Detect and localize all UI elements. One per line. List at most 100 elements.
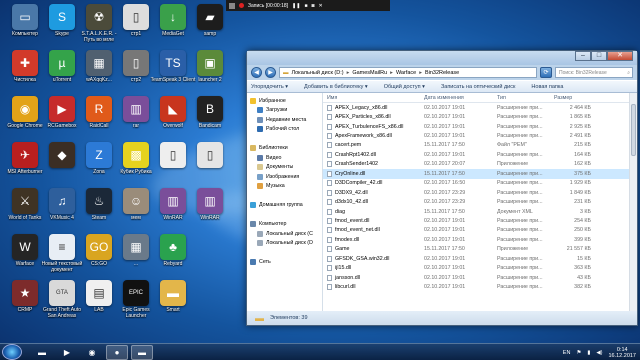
homegroup-icon: [250, 202, 256, 209]
desktop-shortcut[interactable]: ♣ Rebyard: [150, 231, 196, 277]
window-mode-icon[interactable]: [229, 2, 235, 9]
breadcrumb-item[interactable]: Bin32Release: [425, 70, 459, 76]
nav-item[interactable]: Музыка: [247, 182, 322, 192]
nav-item[interactable]: Локальный диск (C: [247, 229, 322, 239]
file-row[interactable]: diag 15.11.2017 17:50 Документ XML 3 КБ: [323, 207, 637, 216]
column-name[interactable]: Имя: [323, 95, 424, 101]
burn-disc-button[interactable]: Записать на оптический диск: [441, 84, 515, 90]
share-button[interactable]: Общий доступ ▾: [384, 84, 425, 90]
file-row[interactable]: D3DX9_42.dll 02.10.2017 23:29 Расширение п…: [323, 188, 637, 197]
file-row[interactable]: fmod_event.dll 02.10.2017 19:01 Расширение…: [323, 216, 637, 225]
file-date: 02.10.2017 19:01: [424, 274, 466, 281]
nav-item[interactable]: Изображения: [247, 172, 322, 182]
camera-icon[interactable]: ◙: [311, 3, 314, 9]
chrome-icon[interactable]: ◉: [81, 345, 103, 360]
network-icon[interactable]: ▮: [587, 350, 590, 356]
file-date: 15.11.2017 17:50: [424, 142, 465, 149]
file-row[interactable]: cacert.pem 15.11.2017 17:50 Файл "PEM" 215 …: [323, 141, 637, 150]
search-icon: ⌕: [627, 69, 630, 76]
file-row[interactable]: ApexFramework_x86.dll 02.10.2017 19:01 Рас…: [323, 131, 637, 140]
start-button[interactable]: [2, 344, 22, 360]
file-icon: [327, 246, 332, 253]
file-row[interactable]: APEX_Particles_x86.dll 02.10.2017 19:01 Ра…: [323, 112, 637, 121]
desktop-shortcut[interactable]: ▬ Smart: [150, 277, 196, 323]
nav-item[interactable]: Домашняя группа: [247, 201, 322, 211]
file-row[interactable]: ijl15.dll 02.10.2017 19:01 Расширение при.…: [323, 263, 637, 272]
desktop-shortcut[interactable]: ▯: [187, 139, 233, 185]
file-row[interactable]: jansson.dll 02.10.2017 19:01 Расширение пр…: [323, 273, 637, 282]
mediaget-icon: ↓: [160, 4, 186, 30]
nav-item[interactable]: Сеть: [247, 258, 322, 268]
add-to-library-button[interactable]: Добавить в библиотеку ▾: [304, 84, 368, 90]
desktop-shortcut[interactable]: ▣ launcher 2: [187, 47, 233, 93]
record-icon[interactable]: ●: [106, 344, 128, 360]
desktop-shortcut[interactable]: ▥ WinRAR: [187, 185, 233, 231]
breadcrumb[interactable]: ▬ Локальный диск (D:) ▸ GamesMailRu ▸ Warf…: [279, 67, 537, 78]
folder-icon: ▬: [255, 313, 264, 323]
column-type[interactable]: Тип: [497, 95, 554, 101]
file-row[interactable]: CrashSender1402 02.10.2017 20:07 Приложени…: [323, 160, 637, 169]
nav-label: Компьютер: [259, 221, 287, 228]
file-row[interactable]: APEX_Legacy_x86.dll 02.10.2017 19:01 Расши…: [323, 103, 637, 112]
volume-icon[interactable]: ◀): [596, 350, 602, 356]
file-row[interactable]: libcurl.dll 02.10.2017 19:01 Расширение пр…: [323, 282, 637, 291]
nav-item[interactable]: Загрузки: [247, 106, 322, 116]
organize-button[interactable]: Упорядочить ▾: [251, 84, 288, 90]
file-row[interactable]: fmod_event_net.dll 02.10.2017 19:01 Расшир…: [323, 226, 637, 235]
nav-item[interactable]: Избранное: [247, 96, 322, 106]
file-size: 1 929 КБ: [569, 180, 591, 187]
pause-icon[interactable]: ❚❚: [292, 3, 300, 9]
image-icon: ▦: [86, 50, 112, 76]
column-date[interactable]: Дата изменения: [424, 95, 497, 101]
file-row[interactable]: CryOnline.dll 15.11.2017 17:50 Расширение …: [323, 169, 637, 179]
file-row[interactable]: CrashRpt1402.dll 02.10.2017 19:01 Расширен…: [323, 150, 637, 159]
file-row[interactable]: fmodex.dll 02.10.2017 19:01 Расширение при…: [323, 235, 637, 244]
file-type: Расширение при...: [497, 236, 543, 243]
clock[interactable]: 0:14 16.12.2017: [608, 347, 636, 359]
desktop-shortcut[interactable]: B Bandicam: [187, 93, 233, 139]
refresh-button[interactable]: ⟳: [540, 67, 552, 78]
media-player-icon[interactable]: ▶: [56, 345, 78, 360]
file-row[interactable]: d3dx10_42.dll 02.10.2017 23:29 Расширение …: [323, 197, 637, 206]
scrollbar-thumb[interactable]: [631, 104, 636, 156]
nav-item[interactable]: Компьютер: [247, 220, 322, 230]
close-icon[interactable]: ✕: [319, 3, 323, 9]
file-row[interactable]: GFSDK_GSA.win32.dll 02.10.2017 19:01 Расши…: [323, 254, 637, 263]
nav-label: Локальный диск (C: [266, 230, 313, 237]
file-row[interactable]: Game 15.11.2017 17:50 Приложение 21 557 КБ: [323, 245, 637, 254]
back-button[interactable]: ◀: [251, 67, 262, 78]
nav-item[interactable]: Библиотеки: [247, 144, 322, 154]
explorer-icon[interactable]: ▬: [31, 345, 53, 360]
breadcrumb-item[interactable]: GamesMailRu: [352, 70, 387, 76]
file-row[interactable]: D3DCompiler_42.dll 02.10.2017 16:50 Расшир…: [323, 179, 637, 188]
nav-item[interactable]: Видео: [247, 153, 322, 163]
file-row[interactable]: APEX_TurbulenceFS_x86.dll 02.10.2017 19:0…: [323, 122, 637, 131]
file-name-cell: diag: [323, 208, 424, 215]
breadcrumb-item[interactable]: Warface: [396, 70, 416, 76]
forward-button[interactable]: ▶: [265, 67, 276, 78]
column-size[interactable]: Размер: [554, 95, 593, 101]
explorer-icon[interactable]: ▬: [131, 344, 153, 360]
nav-item[interactable]: Недавние места: [247, 115, 322, 125]
vertical-scrollbar[interactable]: [629, 93, 637, 311]
file-name: cacert.pem: [335, 142, 362, 149]
new-folder-button[interactable]: Новая папка: [531, 84, 563, 90]
minimize-button[interactable]: –: [575, 51, 591, 61]
stop-icon[interactable]: ■: [304, 3, 307, 9]
language-indicator[interactable]: EN: [563, 350, 571, 356]
flag-icon[interactable]: ⚑: [576, 350, 581, 356]
nav-item[interactable]: Документы: [247, 163, 322, 173]
maximize-button[interactable]: □: [591, 51, 607, 61]
nav-label: Рабочий стол: [266, 126, 300, 133]
file-name-cell: APEX_Particles_x86.dll: [323, 114, 424, 121]
close-button[interactable]: ✕: [607, 51, 633, 61]
breadcrumb-item[interactable]: Локальный диск (D:): [292, 70, 344, 76]
search-input[interactable]: Поиск: Bin32Release ⌕: [555, 67, 633, 78]
utorrent-icon: µ: [49, 50, 75, 76]
window-titlebar[interactable]: – □ ✕: [247, 51, 637, 65]
file-name: ApexFramework_x86.dll: [335, 133, 392, 140]
file-icon: [327, 208, 332, 215]
nav-item[interactable]: Рабочий стол: [247, 125, 322, 135]
file-size: 1 849 КБ: [569, 189, 591, 196]
nav-item[interactable]: Локальный диск (D: [247, 239, 322, 249]
